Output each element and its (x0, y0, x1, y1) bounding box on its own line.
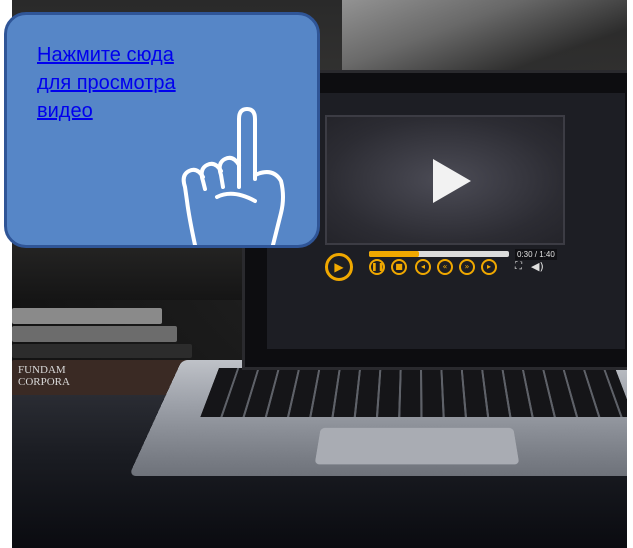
book (12, 344, 192, 358)
touchpad (314, 427, 520, 465)
keys (200, 368, 627, 417)
skip-forward-button[interactable]: ▸ (481, 259, 497, 275)
stop-button[interactable]: ■ (391, 259, 407, 275)
time-display: 0:30 / 1:40 (515, 249, 557, 260)
video-controls: ▶ 0:30 / 1:40 ❚❚ ■ ◂ « » ▸ ⛶ ◀) (325, 249, 565, 289)
lamp-light (342, 0, 627, 80)
rewind-button[interactable]: « (437, 259, 453, 275)
pause-button[interactable]: ❚❚ (369, 259, 385, 275)
pointing-hand-icon (181, 107, 285, 245)
volume-icon[interactable]: ◀) (531, 260, 544, 273)
fast-forward-button[interactable]: » (459, 259, 475, 275)
skip-back-button[interactable]: ◂ (415, 259, 431, 275)
video-frame[interactable] (325, 115, 565, 245)
book-spine-text: CORPORA (18, 376, 70, 388)
play-button[interactable]: ▶ (325, 253, 353, 281)
book-spine-text: FUNDAM (18, 364, 66, 376)
book-top (12, 308, 162, 324)
video-callout[interactable]: Нажмите сюда для просмотра видео (4, 12, 320, 248)
fullscreen-icon[interactable]: ⛶ (515, 261, 522, 272)
book (12, 326, 177, 342)
progress-fill (369, 251, 420, 257)
laptop-keyboard (128, 360, 627, 476)
progress-bar[interactable] (369, 251, 509, 257)
play-icon[interactable] (433, 159, 471, 203)
